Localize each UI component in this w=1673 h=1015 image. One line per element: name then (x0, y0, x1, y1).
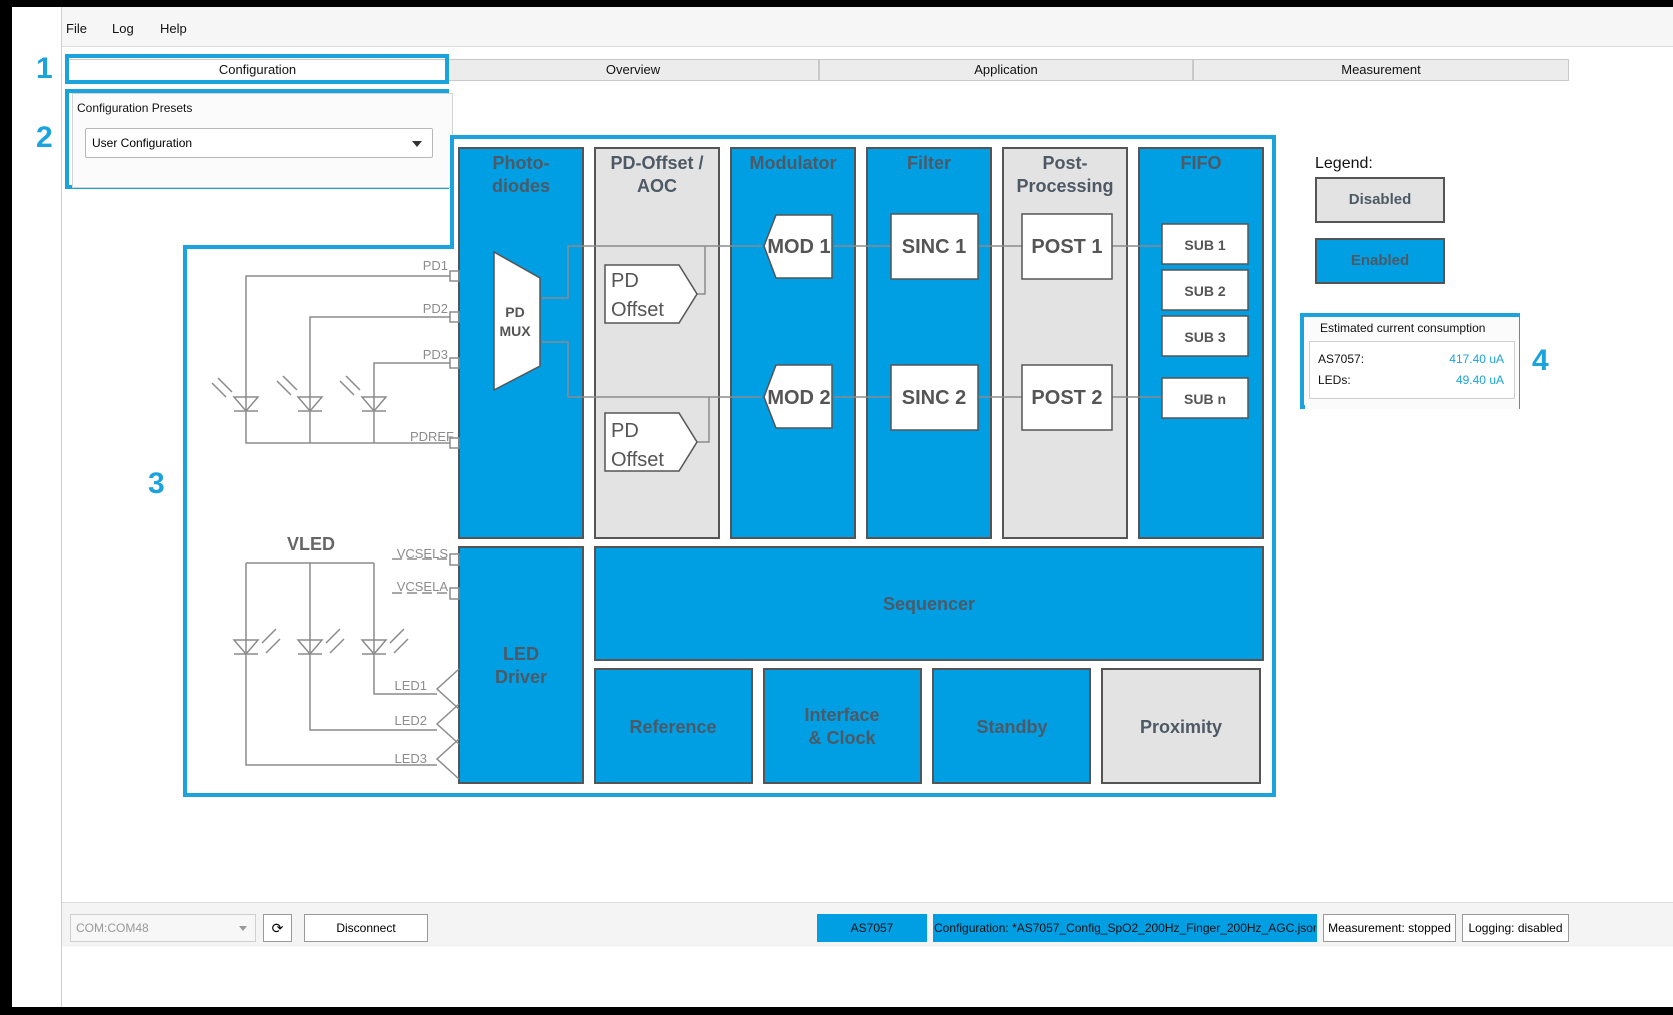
reference-label: Reference (629, 717, 716, 737)
menu-help[interactable]: Help (160, 21, 187, 36)
com-port-value: COM:COM48 (76, 921, 149, 935)
menu-log[interactable]: Log (112, 21, 134, 36)
tab-overview[interactable]: Overview (447, 59, 819, 81)
vled-label: VLED (287, 534, 335, 554)
photodiodes-title-2: diodes (492, 176, 550, 196)
pin-pd2-label: PD2 (423, 301, 448, 316)
interface-clock-label-1: Interface (804, 705, 879, 725)
current-consumption-title: Estimated current consumption (1320, 321, 1486, 335)
current-consumption-panel: Estimated current consumption AS7057: 41… (1305, 317, 1519, 409)
modulator-title: Modulator (750, 153, 837, 173)
block-interface-clock[interactable] (763, 668, 922, 784)
consumption-as7057-label: AS7057: (1318, 352, 1365, 366)
sinc2-label: SINC 2 (902, 387, 966, 409)
measurement-status: Measurement: stopped (1323, 914, 1456, 942)
mod2-label: MOD 2 (767, 387, 830, 409)
disconnect-button[interactable]: Disconnect (304, 914, 428, 942)
filter-title: Filter (907, 153, 951, 173)
logging-status: Logging: disabled (1462, 914, 1569, 942)
tab-measurement[interactable]: Measurement (1193, 59, 1569, 81)
com-port-select[interactable]: COM:COM48 (70, 914, 256, 942)
block-post-processing[interactable] (1002, 147, 1128, 539)
sub3-label: SUB 3 (1184, 329, 1225, 345)
pd-mux-label-1: PD (505, 304, 524, 320)
pd-offset-1-label-1: PD (611, 270, 639, 292)
configuration-presets-title: Configuration Presets (77, 101, 193, 115)
pin-led1-label: LED1 (394, 678, 427, 693)
callout-number-1: 1 (36, 52, 53, 85)
post-processing-title-1: Post- (1043, 153, 1088, 173)
pd-mux-label-2: MUX (499, 323, 531, 339)
menu-bar: File Log Help (62, 7, 1673, 47)
block-pd-offset-aoc[interactable] (594, 147, 720, 539)
pd-offset-2-label-2: Offset (611, 449, 664, 471)
callout-gutter (12, 7, 62, 1007)
proximity-label: Proximity (1140, 717, 1222, 737)
led-driver-label-2: Driver (495, 667, 547, 687)
block-led-driver[interactable] (458, 546, 584, 784)
chevron-down-icon (239, 926, 247, 931)
consumption-leds-value: 49.40 uA (1455, 373, 1504, 387)
pd-offset-1-label-2: Offset (611, 299, 664, 321)
pin-pdref-label: PDREF (410, 429, 454, 444)
pin-led3-label: LED3 (394, 751, 427, 766)
pd-offset-2-label-1: PD (611, 420, 639, 442)
consumption-as7057-value: 417.40 uA (1449, 352, 1504, 366)
standby-label: Standby (976, 717, 1047, 737)
interface-clock-label-2: & Clock (808, 728, 876, 748)
photodiodes-title-1: Photo- (493, 153, 550, 173)
pin-vcsela-label: VCSELA (397, 579, 449, 594)
pin-vcsels-label: VCSELS (397, 546, 449, 561)
pin-pd1-label: PD1 (423, 258, 448, 273)
mod1-label: MOD 1 (767, 236, 830, 258)
configuration-preset-value: User Configuration (92, 136, 193, 150)
pd-offset-title-2: AOC (637, 176, 677, 196)
menu-file[interactable]: File (66, 21, 87, 36)
application-window: File Log Help Configuration Overview App… (12, 7, 1673, 1007)
refresh-icon[interactable]: ⟳ (263, 914, 292, 942)
tab-application[interactable]: Application (819, 59, 1193, 81)
post2-label: POST 2 (1031, 387, 1102, 409)
callout-number-4: 4 (1532, 344, 1549, 377)
pin-led2-label: LED2 (394, 713, 427, 728)
pd-offset-title-1: PD-Offset / (610, 153, 703, 173)
subn-label: SUB n (1184, 391, 1226, 407)
block-diagram: Photo- diodes PD-Offset / AOC Modulator … (183, 135, 1276, 797)
block-modulator[interactable] (730, 147, 856, 539)
callout-box-1 (65, 54, 449, 84)
consumption-leds-label: LEDs: (1318, 373, 1351, 387)
device-badge: AS7057 (817, 914, 927, 942)
fifo-title: FIFO (1181, 153, 1222, 173)
sinc1-label: SINC 1 (902, 236, 966, 258)
post-processing-title-2: Processing (1016, 176, 1113, 196)
post1-label: POST 1 (1031, 236, 1102, 258)
sequencer-label: Sequencer (883, 594, 975, 614)
block-filter[interactable] (866, 147, 992, 539)
legend-enabled: Enabled (1315, 238, 1445, 284)
legend-disabled: Disabled (1315, 177, 1445, 223)
callout-number-3: 3 (148, 467, 165, 500)
pin-pd3-label: PD3 (423, 347, 448, 362)
legend-title: Legend: (1315, 155, 1373, 172)
sub2-label: SUB 2 (1184, 283, 1225, 299)
callout-number-2: 2 (36, 121, 53, 154)
led-driver-label-1: LED (503, 644, 539, 664)
sub1-label: SUB 1 (1184, 237, 1225, 253)
configuration-file-status: Configuration: *AS7057_Config_SpO2_200Hz… (933, 914, 1317, 942)
current-consumption-values: AS7057: 417.40 uA LEDs: 49.40 uA (1309, 341, 1515, 399)
